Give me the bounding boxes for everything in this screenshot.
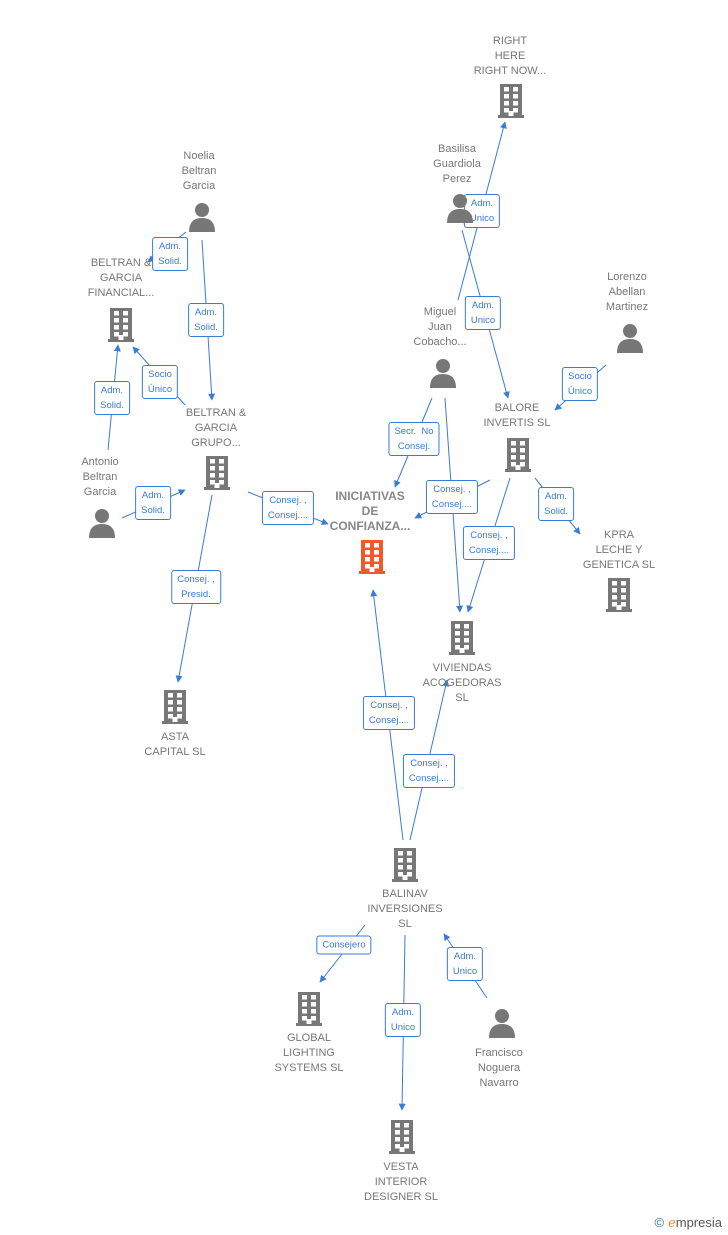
building-icon[interactable] xyxy=(296,992,322,1026)
node-label-beltran_grupo[interactable]: BELTRAN & GARCIA GRUPO... xyxy=(156,406,276,451)
person-icon[interactable] xyxy=(616,323,644,353)
building-icon[interactable] xyxy=(389,1120,415,1154)
building-icon[interactable] xyxy=(359,540,385,574)
edge-label[interactable]: Consejero xyxy=(316,935,372,955)
building-icon[interactable] xyxy=(449,621,475,655)
node-label-iniciativas[interactable]: INICIATIVAS DE CONFIANZA... xyxy=(310,489,430,534)
edge-label[interactable]: Secr. No Consej. xyxy=(388,422,440,456)
node-label-vesta[interactable]: VESTA INTERIOR DESIGNER SL xyxy=(341,1160,461,1205)
node-label-balinav[interactable]: BALINAV INVERSIONES SL xyxy=(345,887,465,932)
node-label-viviendas[interactable]: VIVIENDAS ACOGEDORAS SL xyxy=(402,661,522,706)
node-label-balore[interactable]: BALORE INVERTIS SL xyxy=(457,401,577,431)
edge-label[interactable]: Socio Único xyxy=(141,365,179,399)
node-label-global[interactable]: GLOBAL LIGHTING SYSTEMS SL xyxy=(249,1031,369,1076)
empresia-logo: © empresia xyxy=(654,1215,722,1231)
node-label-asta[interactable]: ASTA CAPITAL SL xyxy=(115,730,235,760)
node-label-kpra[interactable]: KPRA LECHE Y GENETICA SL xyxy=(559,528,679,573)
edge-label[interactable]: Consej. , Presid. xyxy=(171,570,221,604)
edge-label[interactable]: Adm. Solid. xyxy=(94,381,130,415)
building-icon[interactable] xyxy=(392,848,418,882)
edge-label[interactable]: Adm. Solid. xyxy=(538,487,574,521)
person-icon[interactable] xyxy=(188,202,216,232)
node-label-lorenzo[interactable]: Lorenzo Abellan Martinez xyxy=(567,270,687,315)
building-icon[interactable] xyxy=(606,578,632,612)
building-icon[interactable] xyxy=(204,456,230,490)
edge-label[interactable]: Consej. , Consej.... xyxy=(402,754,456,788)
building-icon[interactable] xyxy=(505,438,531,472)
person-icon[interactable] xyxy=(88,508,116,538)
node-label-noelia[interactable]: Noelia Beltran Garcia xyxy=(139,149,259,194)
building-icon[interactable] xyxy=(498,84,524,118)
node-label-right_here[interactable]: RIGHT HERE RIGHT NOW... xyxy=(450,34,570,79)
node-label-beltran_fin[interactable]: BELTRAN & GARCIA FINANCIAL... xyxy=(61,256,181,301)
edge-label[interactable]: Adm. Unico xyxy=(384,1003,422,1037)
building-icon[interactable] xyxy=(108,308,134,342)
person-icon[interactable] xyxy=(446,193,474,223)
edge-label[interactable]: Socio Único xyxy=(561,367,599,401)
person-icon[interactable] xyxy=(488,1008,516,1038)
node-label-basilisa[interactable]: Basilisa Guardiola Perez xyxy=(397,142,517,187)
network-diagram: © empresia Adm. Solid. Adm. Solid. Adm. Sol… xyxy=(0,0,728,1235)
edge-label[interactable]: Adm. Unico xyxy=(446,947,484,981)
node-label-miguel[interactable]: Miguel Juan Cobacho... xyxy=(380,305,500,350)
building-icon[interactable] xyxy=(162,690,188,724)
person-icon[interactable] xyxy=(429,358,457,388)
node-label-francisco[interactable]: Francisco Noguera Navarro xyxy=(439,1046,559,1091)
edge-label[interactable]: Consej. , Consej.... xyxy=(261,491,315,525)
node-label-antonio[interactable]: Antonio Beltran Garcia xyxy=(40,455,160,500)
edge-label[interactable]: Consej. , Consej.... xyxy=(462,526,516,560)
edge-label[interactable]: Adm. Solid. xyxy=(188,303,224,337)
edge-label[interactable]: Consej. , Consej.... xyxy=(425,480,479,514)
